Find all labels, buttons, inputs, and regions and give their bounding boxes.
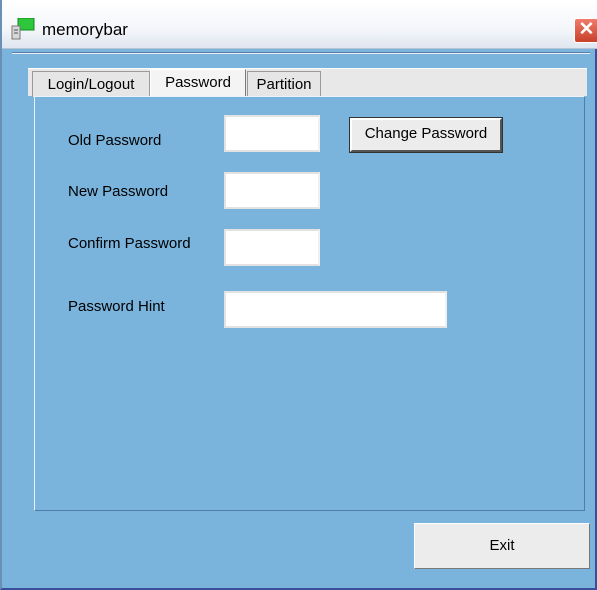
tab-label: Password xyxy=(165,74,231,91)
title-bar[interactable]: memorybar ✕ xyxy=(2,0,597,49)
app-window: memorybar ✕ Login/Logout Password Partit… xyxy=(0,0,597,590)
old-password-field[interactable] xyxy=(224,115,320,152)
tab-login-logout[interactable]: Login/Logout xyxy=(32,71,150,97)
confirm-password-field[interactable] xyxy=(224,229,320,266)
close-button[interactable]: ✕ xyxy=(574,18,597,43)
old-password-label: Old Password xyxy=(68,132,162,149)
confirm-password-label: Confirm Password xyxy=(68,235,191,252)
tab-label: Partition xyxy=(256,76,312,93)
change-password-button[interactable]: Change Password xyxy=(349,117,503,153)
app-window-icon xyxy=(10,17,36,40)
tab-label: Login/Logout xyxy=(47,76,135,93)
window-title: memorybar xyxy=(42,20,128,39)
change-password-label: Change Password xyxy=(364,125,488,142)
new-password-field[interactable] xyxy=(224,172,320,209)
close-icon: ✕ xyxy=(578,19,595,40)
tab-partition[interactable]: Partition xyxy=(247,71,321,97)
exit-label: Exit xyxy=(489,537,515,554)
password-hint-label: Password Hint xyxy=(68,298,165,315)
divider xyxy=(12,52,590,54)
tab-strip: Login/Logout Password Partition xyxy=(28,68,587,97)
new-password-label: New Password xyxy=(68,183,169,200)
password-hint-field[interactable] xyxy=(224,291,447,328)
exit-button[interactable]: Exit xyxy=(414,523,590,569)
tab-password[interactable]: Password xyxy=(150,69,246,97)
